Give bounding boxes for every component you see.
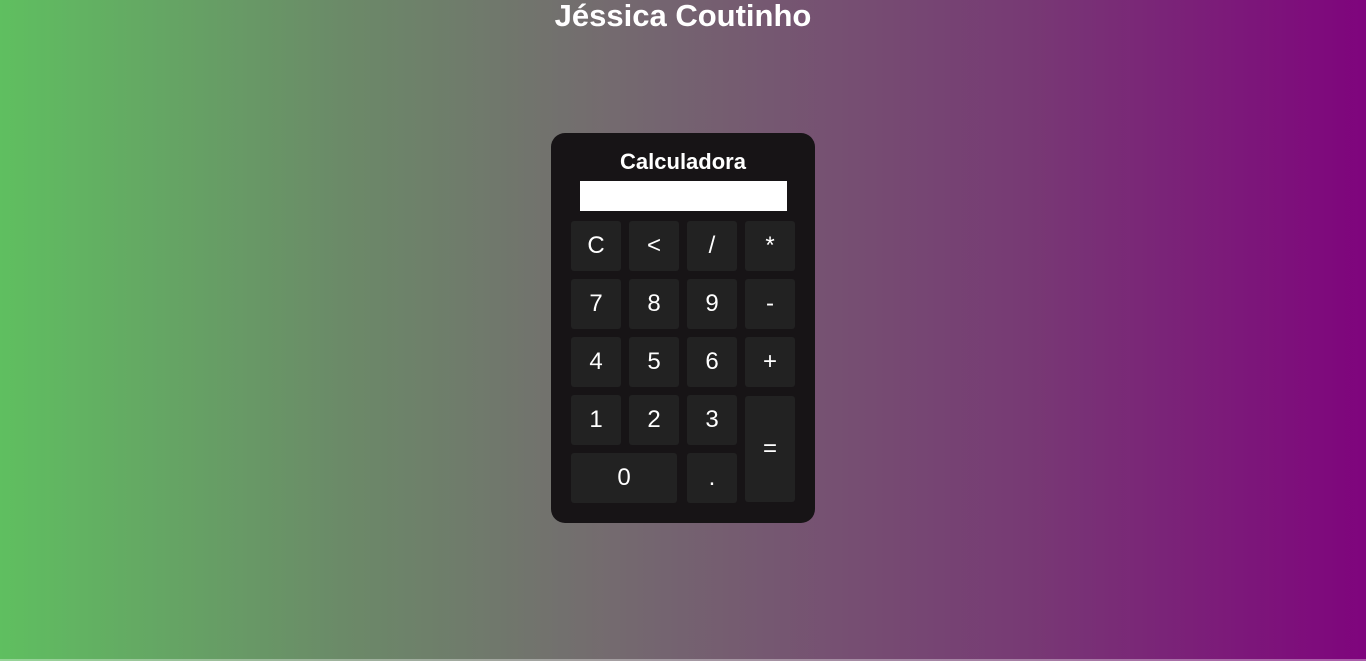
plus-button[interactable]: + [745,337,795,387]
minus-button[interactable]: - [745,279,795,329]
digit-9-button[interactable]: 9 [687,279,737,329]
digit-5-button[interactable]: 5 [629,337,679,387]
digit-3-button[interactable]: 3 [687,395,737,445]
clear-button[interactable]: C [571,221,621,271]
divide-button[interactable]: / [687,221,737,271]
multiply-button[interactable]: * [745,221,795,271]
digit-8-button[interactable]: 8 [629,279,679,329]
digit-7-button[interactable]: 7 [571,279,621,329]
digit-0-button[interactable]: 0 [571,453,677,503]
digit-4-button[interactable]: 4 [571,337,621,387]
digit-6-button[interactable]: 6 [687,337,737,387]
digit-1-button[interactable]: 1 [571,395,621,445]
calculator-panel: Calculadora C < / * 7 8 9 - 4 5 6 + 1 2 … [551,133,815,523]
backspace-button[interactable]: < [629,221,679,271]
digit-2-button[interactable]: 2 [629,395,679,445]
calculator-title: Calculadora [620,149,746,174]
decimal-button[interactable]: . [687,453,737,503]
page-title: Jéssica Coutinho [554,0,812,33]
calculator-display[interactable] [580,181,787,211]
equals-button[interactable]: = [745,396,795,502]
